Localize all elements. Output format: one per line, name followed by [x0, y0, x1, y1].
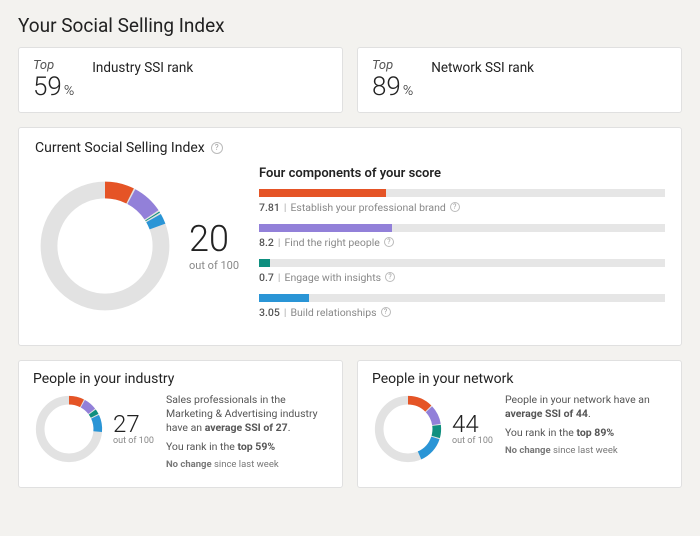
- industry-top-label: Top: [33, 58, 54, 73]
- ssi-out-of: out of 100: [189, 259, 239, 272]
- help-icon[interactable]: ?: [381, 307, 391, 317]
- current-ssi-card: Current Social Selling Index ? 20 out of…: [18, 127, 682, 346]
- components-title: Four components of your score: [259, 166, 665, 181]
- ssi-donut-chart: [35, 176, 175, 316]
- industry-text-rank: You rank in the top 59%: [166, 440, 328, 454]
- component-bar: [259, 294, 665, 302]
- component-row: 0.7 Engage with insights?: [259, 259, 665, 284]
- help-icon[interactable]: ?: [211, 142, 223, 154]
- component-bar: [259, 224, 665, 232]
- component-bar: [259, 259, 665, 267]
- industry-rank-title: Industry SSI rank: [92, 60, 193, 76]
- network-top-label: Top: [372, 58, 393, 73]
- rank-row: Top 59% Industry SSI rank Top 89% Networ…: [18, 47, 682, 113]
- component-value: 0.7: [259, 271, 274, 284]
- industry-text-avg: Sales professionals in the Marketing & A…: [166, 393, 328, 436]
- industry-card: People in your industry 27 out of 100 Sa…: [18, 360, 343, 489]
- industry-out-of: out of 100: [113, 436, 154, 446]
- network-text-change: No change since last week: [505, 445, 667, 458]
- help-icon[interactable]: ?: [384, 237, 394, 247]
- component-row: 3.05 Build relationships?: [259, 294, 665, 319]
- component-label: Find the right people: [284, 236, 379, 249]
- component-row: 7.81 Establish your professional brand?: [259, 189, 665, 214]
- industry-text-change: No change since last week: [166, 459, 328, 472]
- network-donut-chart: [372, 393, 444, 465]
- network-rank-title: Network SSI rank: [431, 60, 534, 76]
- network-card-heading: People in your network: [372, 371, 513, 387]
- industry-donut-chart: [33, 393, 105, 465]
- ssi-score: 20: [189, 221, 239, 257]
- components-section: Four components of your score 7.81 Establ…: [259, 164, 665, 329]
- network-out-of: out of 100: [452, 436, 493, 446]
- component-label: Establish your professional brand: [290, 201, 445, 214]
- component-label: Engage with insights: [284, 271, 381, 284]
- industry-rank-value: 59%: [33, 73, 74, 102]
- network-rank-card: Top 89% Network SSI rank: [357, 47, 682, 113]
- industry-card-heading: People in your industry: [33, 371, 174, 387]
- component-bar: [259, 189, 665, 197]
- component-row: 8.2 Find the right people?: [259, 224, 665, 249]
- network-score: 44: [452, 412, 493, 436]
- industry-score: 27: [113, 412, 154, 436]
- page-title: Your Social Selling Index: [18, 14, 682, 37]
- industry-rank-card: Top 59% Industry SSI rank: [18, 47, 343, 113]
- help-icon[interactable]: ?: [385, 272, 395, 282]
- current-ssi-heading: Current Social Selling Index: [35, 140, 205, 156]
- network-rank-value: 89%: [372, 73, 413, 102]
- network-text-rank: You rank in the top 89%: [505, 426, 667, 440]
- help-icon[interactable]: ?: [450, 202, 460, 212]
- component-value: 8.2: [259, 236, 274, 249]
- component-value: 3.05: [259, 306, 280, 319]
- network-text-avg: People in your network have an average S…: [505, 393, 667, 421]
- network-card: People in your network 44 out of 100 Peo…: [357, 360, 682, 489]
- component-label: Build relationships: [290, 306, 376, 319]
- component-value: 7.81: [259, 201, 280, 214]
